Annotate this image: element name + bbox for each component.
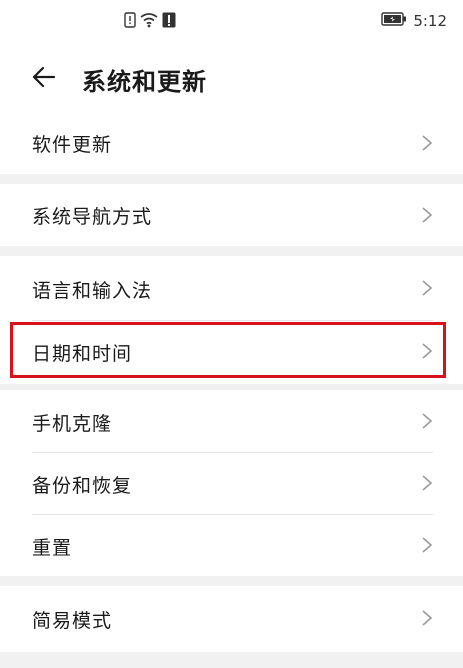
settings-item-label: 备份和恢复 [32,475,133,497]
chevron-right-icon [420,133,434,153]
sim-icon [124,12,136,32]
chevron-right-icon [420,411,434,431]
settings-item-simple-mode[interactable]: 简易模式 [0,586,463,652]
settings-item-reset[interactable]: 重置 [0,515,463,576]
settings-item-label: 语言和输入法 [32,280,153,302]
settings-item-phone-clone[interactable]: 手机克隆 [0,390,463,452]
settings-item-software-update[interactable]: 软件更新 [0,112,463,174]
settings-card-navigation: 系统导航方式 [0,184,463,246]
battery-icon [381,12,407,30]
chevron-right-icon [420,473,434,493]
page-title: 系统和更新 [82,68,207,96]
status-time: 5:12 [413,12,447,30]
settings-item-label: 软件更新 [32,134,113,156]
status-bar: 5:12 [0,0,463,44]
settings-item-navigation[interactable]: 系统导航方式 [0,184,463,246]
settings-card-software-update: 软件更新 [0,112,463,174]
status-icons [124,12,176,32]
app-header: 系统和更新 [0,44,463,112]
chevron-right-icon [420,535,434,555]
notification-icon [162,12,176,32]
settings-item-label: 重置 [32,537,73,559]
wifi-icon [140,12,158,32]
settings-item-language[interactable]: 语言和输入法 [0,256,463,320]
chevron-right-icon [420,278,434,298]
settings-item-label: 手机克隆 [32,413,113,435]
settings-item-label: 简易模式 [32,610,113,632]
settings-item-backup-restore[interactable]: 备份和恢复 [0,453,463,514]
status-right: 5:12 [381,12,447,30]
settings-item-label: 系统导航方式 [32,206,153,228]
chevron-right-icon [420,205,434,225]
settings-card-clone-backup-reset: 手机克隆 备份和恢复 重置 [0,390,463,576]
settings-card-simple-mode: 简易模式 [0,586,463,652]
back-arrow-icon[interactable] [30,62,60,92]
chevron-right-icon [420,608,434,628]
highlight-box [10,322,446,378]
